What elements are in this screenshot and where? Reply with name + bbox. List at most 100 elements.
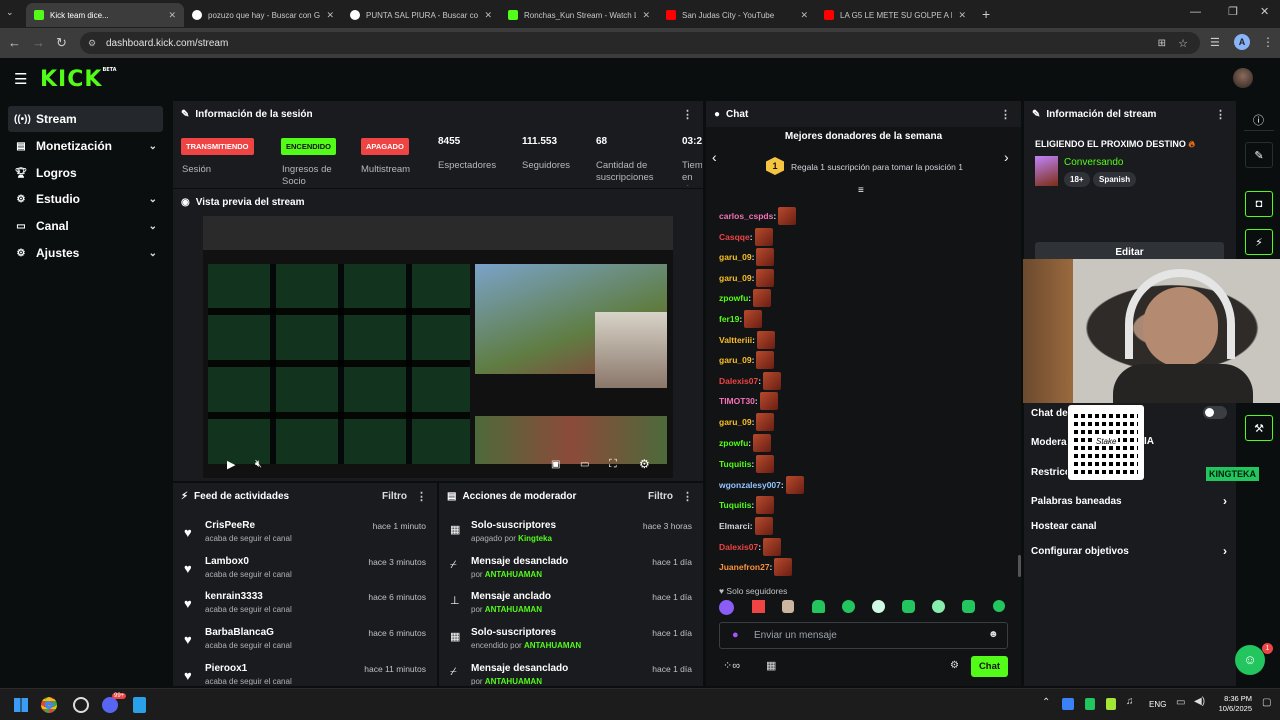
- follower-name[interactable]: CrisPeeRe: [205, 520, 255, 531]
- chrome-taskbar-icon[interactable]: [41, 697, 57, 713]
- chat-username[interactable]: Dalexis07: [719, 542, 758, 552]
- follower-name[interactable]: Lambox0: [205, 556, 249, 567]
- category-thumbnail[interactable]: [1035, 156, 1058, 186]
- hamburger-menu-icon[interactable]: ☰: [14, 70, 27, 88]
- emote-icon[interactable]: [993, 600, 1005, 612]
- back-button[interactable]: ←: [8, 35, 21, 51]
- category-link[interactable]: Conversando: [1064, 157, 1123, 168]
- emoji-icon[interactable]: ☻: [988, 629, 999, 640]
- sidebar-item-logros[interactable]: 🏆︎ Logros: [8, 160, 163, 186]
- notepad-taskbar-icon[interactable]: [133, 697, 146, 713]
- emote-icon[interactable]: [932, 600, 945, 613]
- forward-button[interactable]: →: [32, 35, 45, 51]
- settings-item-goals[interactable]: Configurar objetivos ›: [1031, 544, 1227, 558]
- settings-item-host[interactable]: Hostear canal: [1031, 521, 1227, 532]
- chat-settings-icon[interactable]: ⚙: [950, 660, 959, 671]
- tab-close-icon[interactable]: ✕: [484, 10, 492, 21]
- moderator-name[interactable]: ANTAHUAMAN: [524, 641, 581, 650]
- chat-username[interactable]: carlos_cspds: [719, 211, 773, 221]
- prev-arrow-icon[interactable]: ‹: [712, 149, 717, 165]
- more-options-icon[interactable]: ⋮: [682, 490, 693, 503]
- tab-close-icon[interactable]: ✕: [326, 10, 334, 21]
- site-info-icon[interactable]: ⚙: [88, 38, 96, 49]
- emote-icon[interactable]: [842, 600, 855, 613]
- restore-button[interactable]: ❐: [1228, 5, 1238, 18]
- tab-list-button[interactable]: ⌄: [6, 7, 20, 21]
- browser-tab[interactable]: PUNTA SAL PIURA - Buscar con Google ✕: [342, 3, 500, 27]
- sidebar-item-ajustes[interactable]: ⚙ Ajustes ⌄: [8, 240, 163, 266]
- browser-tab[interactable]: LA G5 LE METE SU GOLPE A KICK ✕: [816, 3, 974, 27]
- collapse-icon[interactable]: ≡: [858, 185, 864, 196]
- emote-icon[interactable]: [719, 600, 734, 615]
- microphone-icon[interactable]: ●: [732, 629, 739, 641]
- chat-scrollbar[interactable]: [1018, 555, 1021, 577]
- chat-username[interactable]: Juanefron27: [719, 562, 770, 572]
- tray-app-icon[interactable]: [1062, 698, 1074, 710]
- tray-app-icon[interactable]: [1085, 698, 1095, 710]
- chat-username[interactable]: Dalexis07: [719, 376, 758, 386]
- chat-username[interactable]: Tuquitis: [719, 459, 751, 469]
- filter-button[interactable]: Filtro: [382, 491, 407, 502]
- chat-username[interactable]: garu_09: [719, 252, 752, 262]
- translate-icon[interactable]: ⊞: [1158, 38, 1166, 49]
- moderator-name[interactable]: Kingteka: [518, 534, 552, 543]
- sidebar-item-estudio[interactable]: ⚙ Estudio ⌄: [8, 186, 163, 212]
- volume-icon[interactable]: ◀): [1194, 696, 1205, 707]
- more-options-icon[interactable]: ⋮: [416, 490, 427, 503]
- kick-logo[interactable]: KICKBETA: [40, 67, 117, 92]
- browser-tab[interactable]: Ronchas_Kun Stream - Watch Live ✕: [500, 3, 658, 27]
- new-tab-button[interactable]: +: [982, 6, 990, 22]
- chat-username[interactable]: wgonzalesy007: [719, 480, 781, 490]
- settings-item-restrictions[interactable]: Restricc: [1031, 467, 1067, 478]
- chat-username[interactable]: fer19: [719, 314, 739, 324]
- chat-username[interactable]: Elmarci: [719, 521, 750, 531]
- more-options-icon[interactable]: ⋮: [1215, 108, 1226, 121]
- user-avatar[interactable]: [1233, 68, 1253, 88]
- theater-icon[interactable]: ▭: [580, 459, 589, 470]
- discord-taskbar-icon[interactable]: [102, 697, 118, 713]
- info-icon[interactable]: ⓘ: [1253, 112, 1264, 128]
- chat-username[interactable]: Casqqe: [719, 232, 750, 242]
- browser-tab[interactable]: pozuzo que hay - Buscar con Google ✕: [184, 3, 342, 27]
- follower-name[interactable]: BarbaBlancaG: [205, 627, 274, 638]
- chat-username[interactable]: garu_09: [719, 355, 752, 365]
- tools-button[interactable]: ⚒: [1245, 415, 1273, 441]
- chat-input[interactable]: ● Enviar un mensaje ☻: [719, 622, 1008, 649]
- tab-close-icon[interactable]: ✕: [958, 10, 966, 21]
- chat-username[interactable]: zpowfu: [719, 293, 748, 303]
- moderator-name[interactable]: ANTAHUAMAN: [485, 605, 542, 614]
- network-icon[interactable]: ▭: [1176, 697, 1185, 708]
- emote-icon[interactable]: [962, 600, 975, 613]
- more-options-icon[interactable]: ⋮: [682, 108, 693, 121]
- tray-app-icon[interactable]: [1106, 698, 1116, 710]
- send-chat-button[interactable]: Chat: [971, 656, 1008, 677]
- address-bar[interactable]: ⚙ dashboard.kick.com/stream ⊞ ☆: [80, 32, 1200, 54]
- chat-username[interactable]: garu_09: [719, 417, 752, 427]
- settings-item-banned-words[interactable]: Palabras baneadas ›: [1031, 494, 1227, 508]
- tray-chevron-icon[interactable]: ⌃: [1042, 697, 1050, 708]
- follower-name[interactable]: kenrain3333: [205, 591, 263, 602]
- windows-start-icon[interactable]: [14, 698, 28, 712]
- more-options-icon[interactable]: ⋮: [1000, 108, 1011, 121]
- chat-username[interactable]: Valtteriii: [719, 335, 752, 345]
- browser-tab[interactable]: Kick team dice... ✕: [26, 3, 184, 27]
- sidebar-item-canal[interactable]: ▭ Canal ⌄: [8, 213, 163, 239]
- next-arrow-icon[interactable]: ›: [1004, 149, 1009, 165]
- emote-icon[interactable]: [812, 600, 825, 613]
- browser-tab[interactable]: San Judas City - YouTube ✕: [658, 3, 816, 27]
- window-close-button[interactable]: ✕: [1260, 5, 1269, 18]
- settings-item-moderation[interactable]: Modera: [1031, 437, 1067, 448]
- chat-username[interactable]: garu_09: [719, 273, 752, 283]
- bookmark-star-icon[interactable]: ☆: [1178, 37, 1188, 50]
- sidebar-item-monetizacion[interactable]: ▤ Monetización ⌄: [8, 133, 163, 159]
- boost-button[interactable]: ⚡︎: [1245, 229, 1273, 255]
- emote-icon[interactable]: [752, 600, 765, 613]
- edit-stream-button[interactable]: ✎: [1245, 142, 1273, 168]
- moderator-name[interactable]: ANTAHUAMAN: [485, 570, 542, 579]
- stream-video-player[interactable]: ▶ 🔇︎ ▣ ▭ ⛶ ⚙: [203, 216, 673, 478]
- fullscreen-icon[interactable]: ⛶: [609, 458, 617, 471]
- help-chat-button[interactable]: ☺: [1235, 645, 1265, 675]
- notifications-icon[interactable]: ▢: [1262, 697, 1271, 708]
- emote-icon[interactable]: [872, 600, 885, 613]
- tab-close-icon[interactable]: ✕: [642, 10, 650, 21]
